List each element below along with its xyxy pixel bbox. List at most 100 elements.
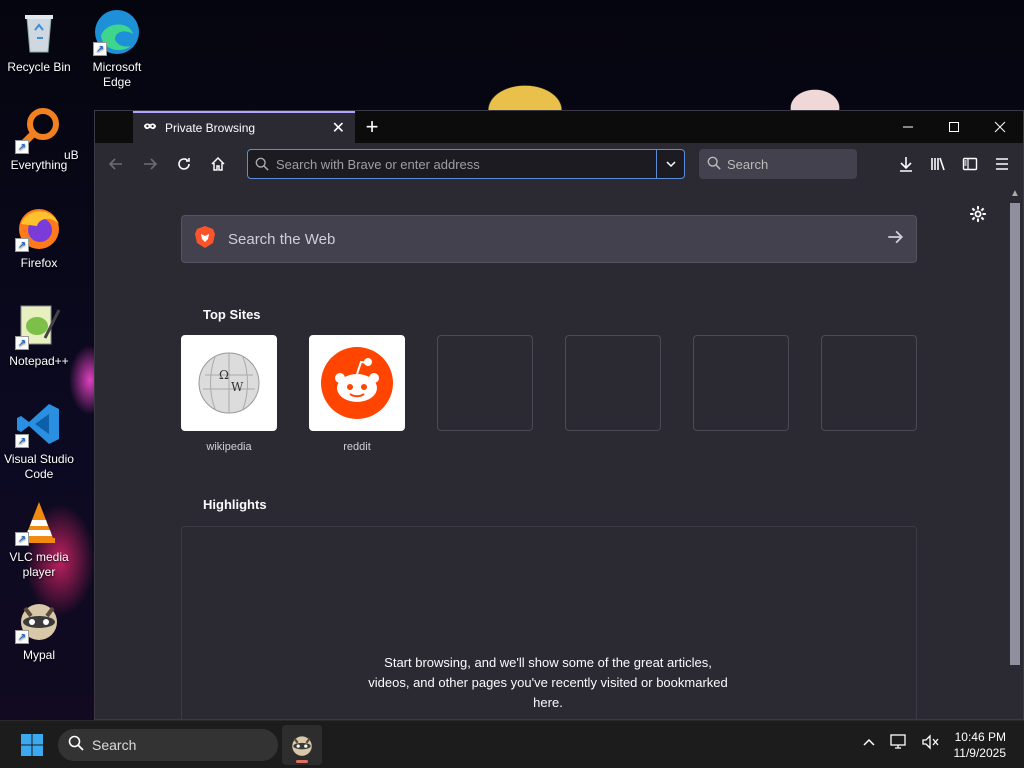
desktop-icon-vlc[interactable]: ↗ VLC media player: [0, 498, 78, 580]
desktop-icon-mypal[interactable]: ↗ Mypal: [0, 596, 78, 663]
mypal-icon: [292, 735, 312, 756]
highlights-panel: [181, 526, 917, 746]
new-tab-page: Search the Web Top Sites ΩW wikipedia re…: [95, 185, 1007, 746]
mypal-icon: ↗: [15, 596, 63, 644]
search-bar-placeholder: Search: [727, 156, 769, 172]
desktop-icon-label: Firefox: [20, 256, 58, 270]
empty-tile-box: [565, 335, 661, 431]
taskbar-clock[interactable]: 10:46 PM 11/9/2025: [954, 729, 1007, 761]
window-controls: [885, 111, 1023, 143]
search-icon: [707, 156, 721, 173]
start-button[interactable]: [8, 721, 56, 768]
clock-date: 11/9/2025: [953, 745, 1007, 760]
vlc-icon: ↗: [15, 498, 63, 546]
desktop-icon-notepadpp[interactable]: ↗ Notepad++: [0, 302, 78, 369]
edge-icon: ↗: [93, 8, 141, 56]
svg-text:Ω: Ω: [219, 368, 229, 382]
svg-text:W: W: [231, 380, 244, 394]
downloads-button[interactable]: [891, 149, 921, 179]
address-bar[interactable]: [247, 149, 685, 179]
top-site-label: wikipedia: [206, 441, 252, 453]
search-icon: [248, 157, 276, 171]
new-tab-button[interactable]: +: [355, 111, 389, 143]
app-menu-button[interactable]: [987, 149, 1017, 179]
top-site-empty-tile[interactable]: [437, 335, 533, 453]
clock-time: 10:46 PM: [954, 729, 1006, 744]
highlights-title: Highlights: [203, 497, 267, 512]
address-input[interactable]: [276, 150, 656, 178]
highlights-empty-message: Start browsing, and we'll show some of t…: [368, 655, 728, 710]
shortcut-arrow-icon: ↗: [15, 336, 29, 350]
desktop-icon-firefox[interactable]: ↗ Firefox: [0, 204, 78, 271]
system-tray: 10:46 PM 11/9/2025: [862, 729, 1024, 761]
taskbar-app-mypal[interactable]: [282, 724, 322, 765]
top-site-empty-tile[interactable]: [821, 335, 917, 453]
tab-bar: Private Browsing ✕ +: [95, 111, 1023, 143]
desktop-icon-label: Notepad++: [9, 354, 69, 368]
home-button[interactable]: [203, 149, 233, 179]
maximize-button[interactable]: [931, 111, 977, 143]
shortcut-arrow-icon: ↗: [15, 140, 29, 154]
windows-logo-icon: [21, 733, 43, 756]
browser-window: Private Browsing ✕ + Search with Brave o…: [94, 110, 1024, 746]
reload-button[interactable]: [169, 149, 199, 179]
shortcut-arrow-icon: ↗: [15, 434, 29, 448]
recycle-bin-icon: [15, 8, 63, 56]
scroll-up-icon[interactable]: ▲: [1010, 188, 1020, 199]
close-window-button[interactable]: [977, 111, 1023, 143]
desktop-icon-label: VLC media player: [9, 550, 69, 579]
search-icon: [68, 735, 84, 754]
top-site-tile[interactable]: reddit: [309, 335, 405, 453]
top-site-tile[interactable]: ΩW wikipedia: [181, 335, 277, 453]
library-button[interactable]: [923, 149, 953, 179]
tab-bar-spacer: [95, 111, 133, 143]
desktop-icon-label: Recycle Bin: [7, 60, 71, 74]
firefox-icon: ↗: [15, 204, 63, 252]
network-icon[interactable]: [889, 734, 908, 755]
reddit-icon: [309, 335, 405, 431]
desktop-icon-label: Visual Studio Code: [4, 452, 74, 481]
taskbar-search-label: Search: [92, 736, 137, 753]
search-bar[interactable]: Search: [699, 149, 857, 179]
top-site-empty-tile[interactable]: [693, 335, 789, 453]
minimize-button[interactable]: [885, 111, 931, 143]
desktop-icon-vscode[interactable]: ↗ Visual Studio Code: [0, 400, 78, 482]
scrollbar-thumb[interactable]: [1010, 203, 1020, 665]
top-sites-grid: ΩW wikipedia reddit: [181, 335, 917, 453]
empty-tile-box: [437, 335, 533, 431]
gear-icon[interactable]: [969, 205, 987, 228]
volume-muted-icon[interactable]: [921, 734, 940, 755]
page-scrollbar[interactable]: ▲: [1007, 185, 1023, 719]
tab-close-icon[interactable]: ✕: [332, 118, 345, 138]
shortcut-arrow-icon: ↗: [93, 42, 107, 56]
sidebar-button[interactable]: [955, 149, 985, 179]
tab-title: Private Browsing: [165, 121, 256, 135]
forward-button[interactable]: [135, 149, 165, 179]
address-dropdown-button[interactable]: [656, 150, 684, 178]
shortcut-arrow-icon: ↗: [15, 532, 29, 546]
private-mask-icon: [143, 120, 157, 137]
tab-private-browsing[interactable]: Private Browsing ✕: [133, 111, 355, 143]
top-site-empty-tile[interactable]: [565, 335, 661, 453]
empty-tile-box: [693, 335, 789, 431]
desktop-icon-recycle-bin[interactable]: Recycle Bin: [0, 8, 78, 75]
desktop-icon-label: Microsoft Edge: [92, 60, 142, 89]
desktop-icon-edge[interactable]: ↗ Microsoft Edge: [78, 8, 156, 90]
desktop-icon-partial[interactable]: uB: [64, 148, 94, 163]
web-search-box[interactable]: Search the Web: [181, 215, 917, 263]
top-sites-title: Top Sites: [203, 307, 261, 322]
taskbar-search[interactable]: Search: [58, 728, 278, 761]
taskbar: Search 10:46 PM 11/9/2025: [0, 720, 1024, 768]
everything-icon: ↗: [15, 106, 63, 154]
shortcut-arrow-icon: ↗: [15, 238, 29, 252]
vscode-icon: ↗: [15, 400, 63, 448]
back-button[interactable]: [101, 149, 131, 179]
chevron-up-icon[interactable]: [862, 735, 876, 754]
brave-icon: [194, 225, 216, 254]
arrow-right-icon[interactable]: [886, 228, 904, 251]
desktop-icon-label: uB: [64, 148, 79, 162]
empty-tile-box: [821, 335, 917, 431]
desktop-icon-label: Mypal: [22, 648, 55, 662]
web-search-label: Search the Web: [228, 230, 336, 248]
toolbar-right-buttons: [891, 149, 1017, 179]
